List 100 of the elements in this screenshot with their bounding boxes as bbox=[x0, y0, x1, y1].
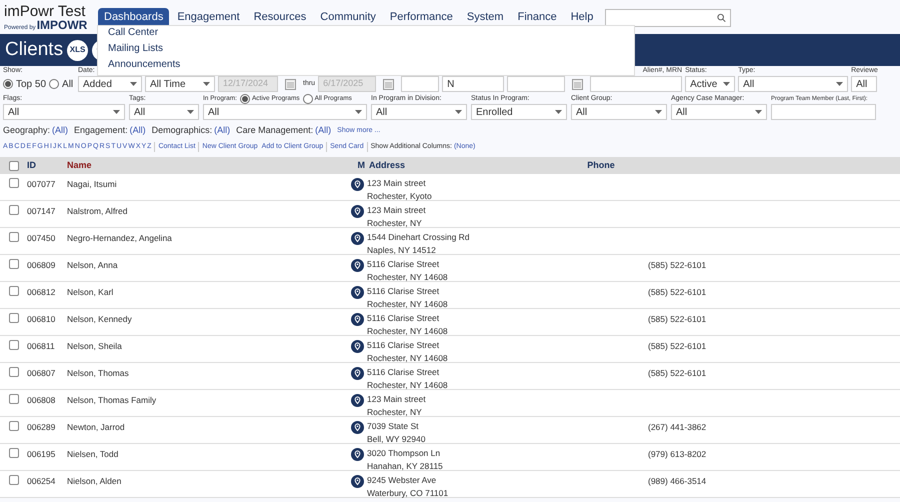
radio-button[interactable] bbox=[3, 79, 13, 89]
map-pin-icon[interactable] bbox=[351, 475, 364, 488]
name-cell[interactable]: Nielsen, Todd bbox=[67, 448, 351, 461]
name-cell[interactable]: Nelson, Karl bbox=[67, 286, 351, 299]
menu-item[interactable]: Mailing Lists bbox=[108, 43, 634, 55]
radio-label: All bbox=[62, 78, 74, 92]
radio-button[interactable] bbox=[49, 79, 60, 89]
search-field[interactable] bbox=[605, 9, 732, 27]
map-pin-icon[interactable] bbox=[351, 313, 364, 326]
filter-select[interactable]: All bbox=[129, 104, 199, 120]
page-title: Clients bbox=[5, 38, 64, 62]
calendar-icon[interactable] bbox=[285, 78, 296, 90]
menu-item[interactable]: Call Center bbox=[108, 27, 634, 39]
address-line: 123 Main street bbox=[367, 393, 427, 406]
input-field[interactable] bbox=[507, 76, 566, 92]
radio-label: Top 50 bbox=[16, 78, 46, 92]
nav-tab[interactable]: Finance bbox=[512, 8, 563, 26]
id-search-field[interactable] bbox=[590, 76, 682, 92]
nav-tab[interactable]: Performance bbox=[384, 8, 459, 26]
status-select[interactable]: Active bbox=[685, 76, 736, 92]
row-checkbox[interactable] bbox=[9, 286, 19, 296]
row-checkbox[interactable] bbox=[9, 259, 19, 269]
nav-tab[interactable]: Engagement bbox=[171, 8, 246, 26]
input-field[interactable] bbox=[401, 76, 440, 92]
radio-button[interactable] bbox=[302, 94, 313, 104]
row-checkbox[interactable] bbox=[9, 394, 19, 404]
row-checkbox[interactable] bbox=[9, 313, 19, 323]
row-checkbox[interactable] bbox=[9, 448, 19, 458]
filter-select[interactable]: All bbox=[571, 104, 667, 120]
column-header[interactable]: Phone bbox=[551, 158, 651, 172]
phone-cell: (267) 441-3862 bbox=[648, 421, 706, 434]
export-button[interactable]: XLS bbox=[67, 40, 88, 60]
column-header[interactable]: ID bbox=[27, 158, 67, 172]
category-link[interactable]: (All) bbox=[130, 124, 146, 138]
input-field[interactable]: N bbox=[442, 76, 504, 92]
address-line: Bell, WY 92940 bbox=[367, 433, 426, 446]
name-cell[interactable]: Nelson, Thomas Family bbox=[67, 394, 351, 407]
program-select[interactable]: All bbox=[203, 104, 367, 120]
map-pin-icon[interactable] bbox=[351, 286, 364, 299]
row-checkbox[interactable] bbox=[9, 178, 19, 188]
caret-icon bbox=[836, 82, 844, 86]
caret-icon bbox=[755, 110, 762, 114]
name-cell[interactable]: Nelson, Sheila bbox=[67, 340, 351, 353]
filter-select[interactable]: All bbox=[671, 104, 767, 120]
map-pin-icon[interactable] bbox=[351, 421, 364, 434]
map-pin-icon[interactable] bbox=[351, 205, 364, 218]
name-cell[interactable]: Negro-Hernandez, Angelina bbox=[67, 232, 351, 245]
radio-button[interactable] bbox=[240, 94, 250, 104]
search-icon[interactable] bbox=[717, 13, 726, 23]
row-checkbox[interactable] bbox=[9, 232, 19, 242]
name-cell[interactable]: Nelson, Thomas bbox=[67, 367, 351, 380]
category-link[interactable]: (All) bbox=[315, 124, 332, 138]
name-cell[interactable]: Nielson, Alden bbox=[67, 475, 351, 488]
filter-select[interactable]: All bbox=[371, 104, 467, 120]
row-checkbox[interactable] bbox=[9, 475, 19, 485]
map-pin-icon[interactable] bbox=[351, 232, 364, 245]
phone-cell: (585) 522-6101 bbox=[648, 286, 706, 299]
category-label: Demographics: bbox=[152, 124, 212, 138]
id-cell-text: 007147 bbox=[27, 205, 56, 218]
caret-icon bbox=[455, 110, 462, 114]
address-line: Hanahan, KY 28115 bbox=[367, 460, 444, 473]
column-header[interactable]: Name bbox=[67, 158, 351, 172]
name-cell[interactable]: Nalstrom, Alfred bbox=[67, 205, 351, 218]
name-cell[interactable]: Newton, Jarrod bbox=[67, 421, 351, 434]
row-checkbox[interactable] bbox=[9, 421, 19, 431]
nav-tab[interactable]: Resources bbox=[248, 8, 312, 26]
address-line: Rochester, NY 14608 bbox=[367, 325, 449, 338]
type-select[interactable]: All bbox=[738, 76, 848, 92]
menu-item[interactable]: Announcements bbox=[108, 59, 634, 71]
map-pin-icon[interactable] bbox=[351, 448, 364, 461]
name-cell[interactable]: Nelson, Kennedy bbox=[67, 313, 351, 326]
map-pin-icon[interactable] bbox=[351, 340, 364, 353]
column-header[interactable]: M bbox=[351, 158, 367, 172]
map-pin-icon[interactable] bbox=[351, 367, 364, 380]
filter-select[interactable]: Enrolled bbox=[471, 104, 567, 120]
category-link[interactable]: (All) bbox=[214, 124, 230, 138]
date-range-select[interactable]: All Time bbox=[145, 76, 215, 92]
team-member-field[interactable] bbox=[771, 104, 876, 120]
date-field-select[interactable]: Added bbox=[78, 76, 142, 92]
caret-icon bbox=[355, 110, 362, 114]
filter-select[interactable]: All bbox=[3, 104, 125, 120]
calendar-icon[interactable] bbox=[572, 78, 584, 90]
name-cell[interactable]: Nelson, Anna bbox=[67, 259, 351, 272]
calendar-icon[interactable] bbox=[383, 78, 394, 90]
category-link[interactable]: (All) bbox=[52, 124, 68, 138]
column-header[interactable]: Address bbox=[367, 158, 551, 172]
category-label: Geography: bbox=[3, 124, 50, 138]
map-pin-icon[interactable] bbox=[351, 178, 364, 191]
select-all-checkbox[interactable] bbox=[9, 160, 19, 170]
nav-tab[interactable]: System bbox=[460, 8, 510, 26]
row-checkbox[interactable] bbox=[9, 367, 19, 377]
name-cell[interactable]: Nagai, Itsumi bbox=[67, 178, 351, 191]
nav-tab[interactable]: Community bbox=[314, 8, 382, 26]
row-checkbox[interactable] bbox=[9, 340, 19, 350]
map-pin-icon[interactable] bbox=[351, 259, 364, 272]
row-checkbox[interactable] bbox=[9, 205, 19, 215]
map-pin-icon[interactable] bbox=[351, 394, 364, 407]
nav-tab[interactable]: Help bbox=[564, 8, 600, 26]
reviewer-select[interactable]: All bbox=[851, 76, 878, 92]
address-line: 1544 Dinehart Crossing Rd bbox=[367, 231, 471, 244]
